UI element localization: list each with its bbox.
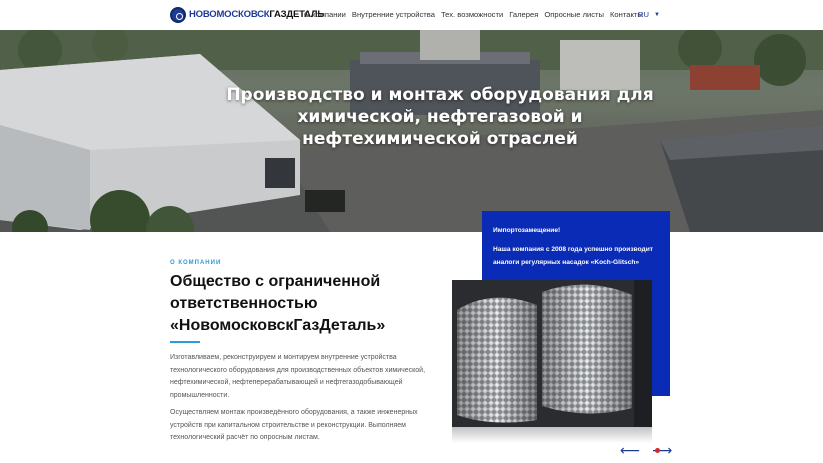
site-header: НОВОМОСКОВСКГАЗДЕТАЛЬ О компании Внутрен…: [0, 0, 823, 30]
packing-image: [452, 280, 652, 427]
structured-packing-photo: [452, 280, 652, 427]
arrow-left-icon[interactable]: ⟵: [620, 443, 640, 457]
hero-title: Производство и монтаж оборудования для х…: [226, 85, 654, 149]
nav-item-capabilities[interactable]: Тех. возможности: [441, 10, 503, 19]
nav-item-gallery[interactable]: Галерея: [509, 10, 538, 19]
nav-item-questionnaires[interactable]: Опросные листы: [544, 10, 604, 19]
site-logo[interactable]: НОВОМОСКОВСКГАЗДЕТАЛЬ: [170, 6, 324, 23]
language-code: RU: [638, 10, 649, 19]
photo-reflection: [452, 427, 652, 443]
language-switcher[interactable]: RU ▼: [638, 10, 660, 19]
section-label: О КОМПАНИИ: [170, 260, 222, 266]
logo-emblem-icon: [170, 6, 186, 23]
slider-controls: ⟵ ⟶: [620, 443, 684, 457]
about-paragraph-1: Изготавливаем, реконструируем и монтируе…: [170, 354, 426, 399]
card-text: Наша компания с 2008 года успешно произв…: [493, 246, 654, 266]
accent-divider: [170, 341, 200, 343]
main-nav: О компании Внутренние устройства Тех. во…: [304, 10, 649, 19]
company-heading: Общество с ограниченной ответственностью…: [170, 273, 386, 334]
hero-banner: Производство и монтаж оборудования для х…: [0, 30, 823, 232]
card-heading: Импортозамещение!: [493, 227, 561, 234]
caret-down-icon: ▼: [653, 11, 660, 18]
about-paragraph-2: Осуществляем монтаж произведённого обору…: [170, 409, 418, 441]
nav-item-about[interactable]: О компании: [304, 10, 346, 19]
slider-active-dot: [655, 448, 660, 453]
nav-item-internals[interactable]: Внутренние устройства: [352, 10, 435, 19]
